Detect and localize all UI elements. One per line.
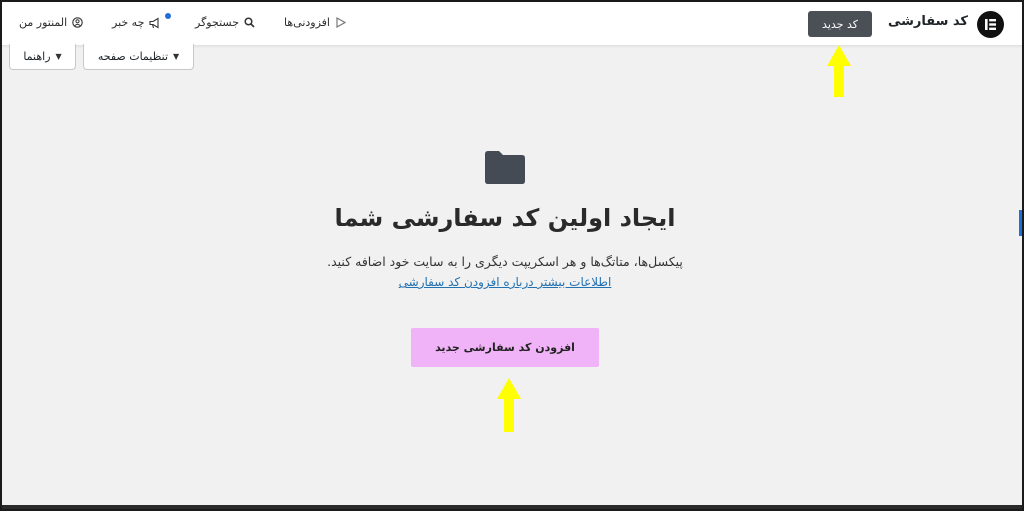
chevron-down-icon: ▼: [173, 52, 180, 61]
page-settings-dropdown[interactable]: ▼ تنظیمات صفحه: [83, 44, 194, 70]
folder-icon: [485, 151, 525, 184]
empty-state-title: ایجاد اولین کد سفارشی شما: [334, 204, 676, 232]
search-icon: [244, 17, 255, 28]
new-code-button[interactable]: کد جدید: [808, 11, 872, 37]
nav-search-label: جستجوگر: [195, 16, 240, 29]
add-custom-code-button[interactable]: افزودن کد سفارشی جدید: [411, 328, 599, 367]
learn-more-link[interactable]: اطلاعات بیشتر درباره افزودن کد سفارشی: [0, 275, 1010, 289]
yellow-arrow-up-icon: [827, 45, 851, 97]
chevron-down-icon: ▼: [55, 52, 62, 61]
top-bar: کد سفارشی کد جدید افزودنی‌ها جستجوگر چه …: [2, 2, 1022, 46]
nav-my-elementor[interactable]: المنتور من: [19, 16, 83, 29]
megaphone-icon: [149, 17, 159, 28]
user-circle-icon: [72, 17, 83, 28]
yellow-arrow-up-icon: [497, 378, 521, 432]
edge-indicator: [1019, 210, 1024, 236]
page-settings-label: تنظیمات صفحه: [97, 50, 169, 63]
elementor-logo-icon[interactable]: [977, 11, 1004, 38]
play-outline-icon: [336, 17, 346, 28]
nav-whats-new-label: چه خبر: [112, 16, 145, 29]
nav-addons-label: افزودنی‌ها: [284, 16, 330, 29]
help-label: راهنما: [23, 50, 51, 63]
page-title: کد سفارشی: [887, 14, 968, 29]
bottom-strip: [0, 505, 1024, 511]
nav-my-elementor-label: المنتور من: [19, 16, 68, 29]
empty-state-description: پیکسل‌ها، متاتگ‌ها و هر اسکریپت دیگری را…: [327, 254, 683, 269]
help-dropdown[interactable]: ▼ راهنما: [9, 44, 76, 70]
nav-whats-new[interactable]: چه خبر: [112, 16, 162, 29]
nav-search[interactable]: جستجوگر: [195, 16, 255, 29]
nav-addons[interactable]: افزودنی‌ها: [284, 16, 346, 29]
notification-dot: [165, 13, 171, 19]
